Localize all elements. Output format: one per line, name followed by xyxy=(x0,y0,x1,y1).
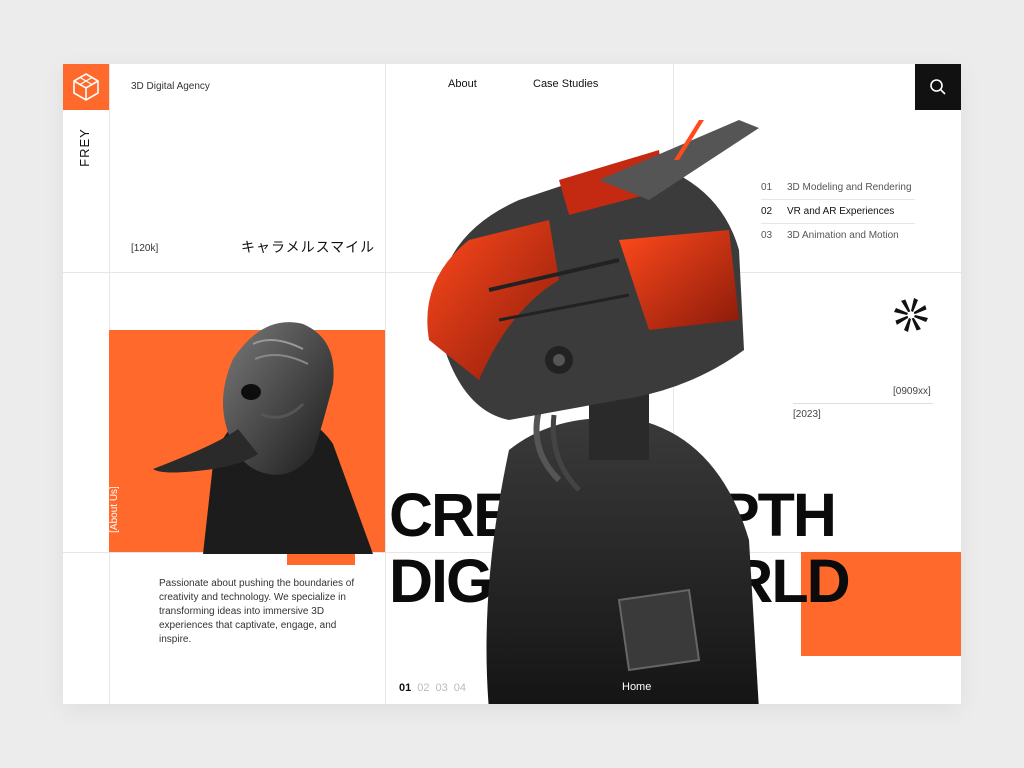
spiral-icon xyxy=(894,298,928,332)
home-label[interactable]: Home xyxy=(622,681,651,693)
service-number: 02 xyxy=(761,206,773,217)
service-item[interactable]: 01 3D Modeling and Rendering xyxy=(761,176,915,200)
landing-card: FREY 3D Digital Agency About Case Studie… xyxy=(63,64,961,704)
about-description: Passionate about pushing the boundaries … xyxy=(159,578,355,645)
service-label: 3D Animation and Motion xyxy=(787,230,899,241)
divider xyxy=(793,403,933,404)
search-button[interactable] xyxy=(915,64,961,110)
about-us-label[interactable]: [About Us] xyxy=(109,484,131,544)
services-list: 01 3D Modeling and Rendering 02 VR and A… xyxy=(761,176,915,247)
logo[interactable] xyxy=(63,64,109,110)
code-tag: [0909xx] xyxy=(893,386,931,397)
service-number: 01 xyxy=(761,182,773,193)
alien-figure-image xyxy=(153,322,373,554)
service-label: 3D Modeling and Rendering xyxy=(787,182,912,193)
brand-name: FREY xyxy=(76,128,92,167)
robot-helmet-figure-image xyxy=(427,120,759,704)
service-label: VR and AR Experiences xyxy=(787,206,895,217)
nav-case-studies-link[interactable]: Case Studies xyxy=(533,78,598,90)
hexagon-logo-icon xyxy=(73,73,99,101)
japanese-text: キャラメルスマイル xyxy=(241,239,376,255)
service-item[interactable]: 02 VR and AR Experiences xyxy=(761,200,915,224)
stat-count: [120k] xyxy=(131,243,159,254)
agency-tagline: 3D Digital Agency xyxy=(131,81,210,92)
search-icon xyxy=(930,79,946,95)
service-item[interactable]: 03 3D Animation and Motion xyxy=(761,224,915,247)
year-tag: [2023] xyxy=(793,409,821,420)
service-number: 03 xyxy=(761,230,773,241)
nav-about-link[interactable]: About xyxy=(448,78,477,90)
